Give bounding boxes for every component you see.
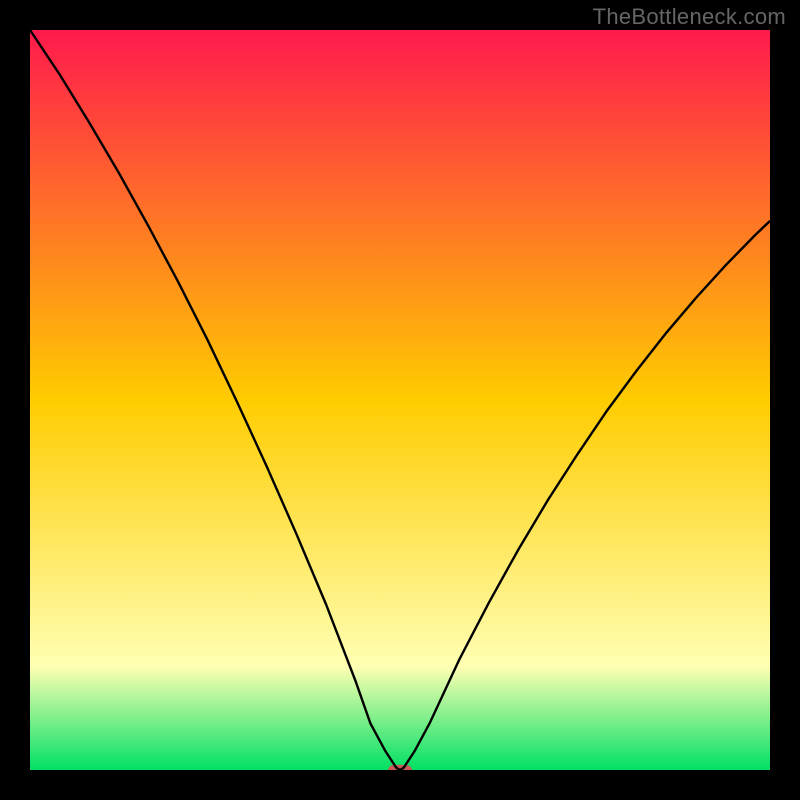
gradient-background: [30, 30, 770, 770]
bottleneck-plot: [30, 30, 770, 770]
chart-frame: TheBottleneck.com: [0, 0, 800, 800]
watermark-text: TheBottleneck.com: [593, 4, 786, 30]
